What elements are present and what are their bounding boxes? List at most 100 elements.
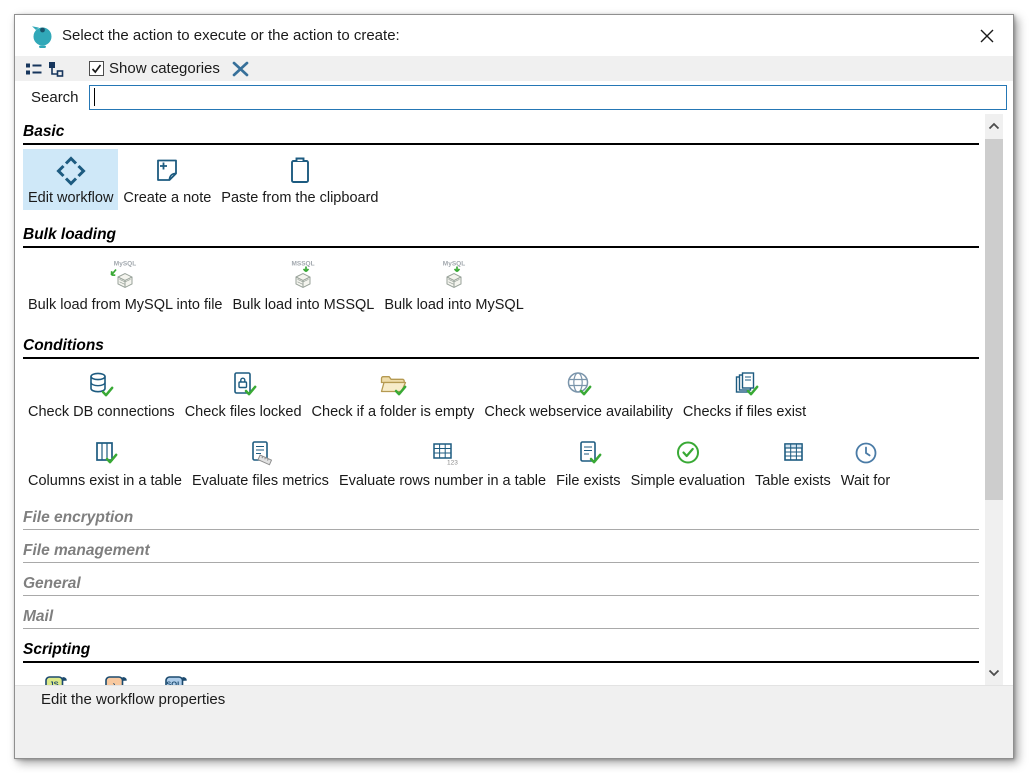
- content-area: Basic Edit workflow Create a note Paste …: [15, 114, 985, 685]
- file-metrics-icon: [244, 438, 276, 470]
- search-row: Search: [15, 81, 1013, 114]
- action-item-sql-scroll-icon[interactable]: SQL: [163, 673, 189, 685]
- action-item-label: Evaluate files metrics: [192, 473, 329, 489]
- tree-view-button[interactable]: [46, 59, 66, 79]
- action-item-wait-for[interactable]: Wait for: [836, 432, 895, 493]
- search-input[interactable]: [89, 85, 1007, 110]
- category-header-mail[interactable]: Mail: [23, 608, 979, 629]
- action-item-label: Check if a folder is empty: [312, 404, 475, 420]
- action-item-label: Bulk load into MySQL: [384, 297, 523, 313]
- javascript-scroll-icon: JS: [43, 673, 69, 685]
- action-select-dialog: Select the action to execute or the acti…: [14, 14, 1014, 759]
- action-item-bulk-load-into-mssql[interactable]: MSSQL Bulk load into MSSQL: [227, 252, 379, 317]
- action-item-label: Edit workflow: [28, 190, 113, 206]
- table-rows-count-icon: 123: [427, 438, 459, 470]
- category-header-file-management[interactable]: File management: [23, 542, 979, 563]
- file-lock-check-icon: [227, 369, 259, 401]
- checkbox-checked-icon: [89, 61, 104, 76]
- file-check-icon: [572, 438, 604, 470]
- sql-scroll-icon: SQL: [163, 673, 189, 685]
- svg-text:MySQL: MySQL: [114, 261, 136, 268]
- action-item-table-exists[interactable]: Table exists: [750, 432, 836, 493]
- globe-check-icon: [563, 369, 595, 401]
- bulk-load-into-mysql-icon: MySQL: [429, 258, 479, 294]
- paste-clipboard-icon: [284, 155, 316, 187]
- action-item-label: Check webservice availability: [484, 404, 673, 420]
- item-row-conditions-0: Check DB connections Check files locked …: [23, 363, 985, 424]
- action-item-simple-evaluation[interactable]: Simple evaluation: [626, 432, 750, 493]
- action-item-label: Wait for: [841, 473, 890, 489]
- clear-filter-button[interactable]: [230, 59, 252, 79]
- action-item-label: Paste from the clipboard: [221, 190, 378, 206]
- status-text: Edit the workflow properties: [15, 686, 1013, 708]
- status-bar: Edit the workflow properties: [15, 685, 1013, 758]
- action-item-label: Bulk load into MSSQL: [232, 297, 374, 313]
- svg-text:MSSQL: MSSQL: [292, 261, 315, 268]
- action-item-label: Checks if files exist: [683, 404, 806, 420]
- action-item-paste-from-the-clipboard[interactable]: Paste from the clipboard: [216, 149, 383, 210]
- action-item-label: Check files locked: [185, 404, 302, 420]
- edit-workflow-icon: [55, 155, 87, 187]
- show-categories-label: Show categories: [109, 60, 220, 77]
- scroll-up-button[interactable]: [985, 114, 1003, 138]
- action-item-evaluate-files-metrics[interactable]: Evaluate files metrics: [187, 432, 334, 493]
- kettle-logo-icon: [30, 23, 54, 49]
- action-item-check-db-connections[interactable]: Check DB connections: [23, 363, 180, 424]
- dialog-title: Select the action to execute or the acti…: [62, 27, 400, 44]
- action-item-label: Columns exist in a table: [28, 473, 182, 489]
- action-item-checks-if-files-exist[interactable]: Checks if files exist: [678, 363, 811, 424]
- action-item-columns-exist-in-a-table[interactable]: Columns exist in a table: [23, 432, 187, 493]
- create-note-icon: [151, 155, 183, 187]
- scroll-down-button[interactable]: [985, 661, 1003, 685]
- title-bar: Select the action to execute or the acti…: [15, 15, 1013, 56]
- action-item-label: Bulk load from MySQL into file: [28, 297, 222, 313]
- action-item-label: Simple evaluation: [631, 473, 745, 489]
- action-item-edit-workflow[interactable]: Edit workflow: [23, 149, 118, 210]
- action-item-label: Table exists: [755, 473, 831, 489]
- bulk-load-into-mssql-icon: MSSQL: [278, 258, 328, 294]
- check-circle-icon: [672, 438, 704, 470]
- action-item-create-a-note[interactable]: Create a note: [118, 149, 216, 210]
- action-item-check-files-locked[interactable]: Check files locked: [180, 363, 307, 424]
- item-row-conditions-1: Columns exist in a table Evaluate files …: [23, 432, 985, 493]
- list-view-button[interactable]: [23, 59, 43, 79]
- action-item-label: Evaluate rows number in a table: [339, 473, 546, 489]
- item-row-bulk-loading-0: MySQL Bulk load from MySQL into fileMSSQ…: [23, 252, 985, 317]
- action-item-bulk-load-from-mysql-into-file[interactable]: MySQL Bulk load from MySQL into file: [23, 252, 227, 317]
- database-check-icon: [85, 369, 117, 401]
- action-item-shell-scroll-icon[interactable]: ›: [103, 673, 129, 685]
- clock-icon: [850, 438, 882, 470]
- vertical-scrollbar[interactable]: [985, 114, 1003, 685]
- scrollbar-thumb[interactable]: [985, 139, 1003, 500]
- category-header-scripting[interactable]: Scripting: [23, 641, 979, 663]
- category-header-conditions[interactable]: Conditions: [23, 337, 979, 359]
- action-item-check-if-a-folder-is-empty[interactable]: Check if a folder is empty: [307, 363, 480, 424]
- action-item-label: Create a note: [123, 190, 211, 206]
- category-header-basic[interactable]: Basic: [23, 123, 979, 145]
- action-item-check-webservice-availability[interactable]: Check webservice availability: [479, 363, 678, 424]
- shell-scroll-icon: ›: [103, 673, 129, 685]
- svg-text:123: 123: [447, 460, 458, 467]
- item-row-basic-0: Edit workflow Create a note Paste from t…: [23, 149, 985, 210]
- folder-check-icon: [377, 369, 409, 401]
- search-label: Search: [31, 89, 79, 106]
- action-item-bulk-load-into-mysql[interactable]: MySQL Bulk load into MySQL: [379, 252, 528, 317]
- action-item-evaluate-rows-number-in-a-table[interactable]: 123 Evaluate rows number in a table: [334, 432, 551, 493]
- text-caret: [94, 88, 95, 106]
- show-categories-checkbox[interactable]: Show categories: [89, 60, 220, 77]
- action-item-javascript-scroll-icon[interactable]: JS: [43, 673, 69, 685]
- action-item-label: Check DB connections: [28, 404, 175, 420]
- bulk-load-from-mysql-icon: MySQL: [100, 258, 150, 294]
- toolbar: Show categories: [15, 56, 1013, 81]
- svg-text:MySQL: MySQL: [443, 261, 465, 268]
- table-columns-check-icon: [89, 438, 121, 470]
- action-item-file-exists[interactable]: File exists: [551, 432, 625, 493]
- files-stack-check-icon: [729, 369, 761, 401]
- category-header-general[interactable]: General: [23, 575, 979, 596]
- item-row-scripting-0: JS › SQL: [23, 667, 985, 685]
- category-header-file-encryption[interactable]: File encryption: [23, 509, 979, 530]
- category-header-bulk-loading[interactable]: Bulk loading: [23, 226, 979, 248]
- close-button[interactable]: [977, 26, 997, 46]
- table-grid-icon: [777, 438, 809, 470]
- action-item-label: File exists: [556, 473, 620, 489]
